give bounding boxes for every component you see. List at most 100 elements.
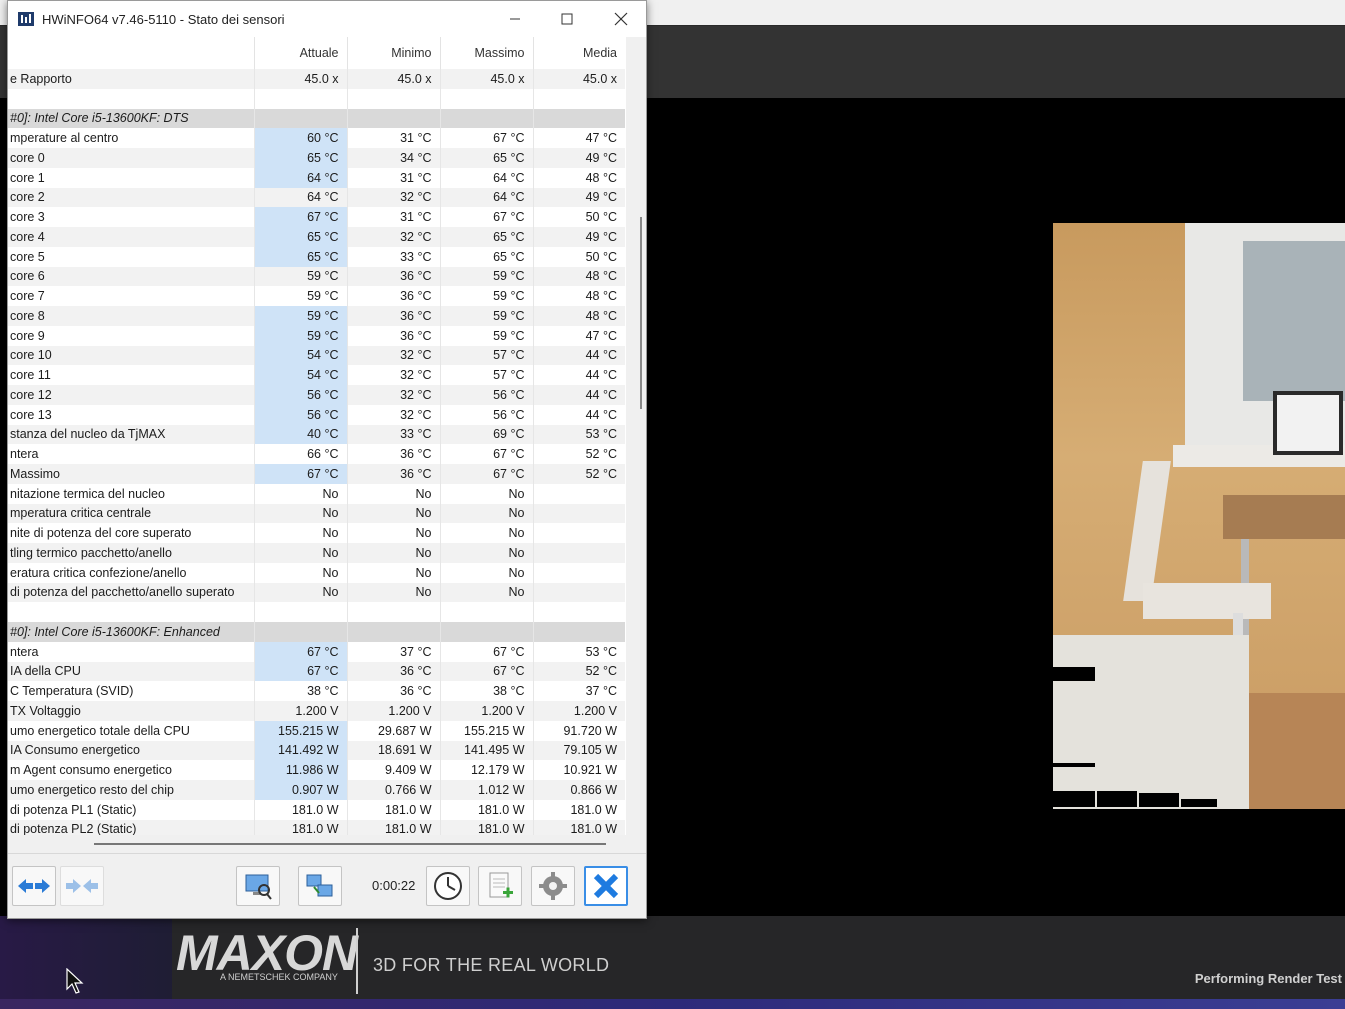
sensor-row[interactable]: mperatura critica centrale No No No [8, 503, 625, 524]
sensor-row[interactable]: core 0 65 °C 34 °C 65 °C 49 °C [8, 148, 625, 168]
sensor-row[interactable]: ntera 66 °C 36 °C 67 °C 52 °C [8, 444, 625, 464]
max-value: No [439, 543, 533, 563]
max-value: 38 °C [439, 681, 533, 701]
current-value: 1.200 V [253, 701, 347, 721]
sensor-label: core 8 [8, 306, 254, 326]
horizontal-scroll-thumb[interactable] [94, 843, 606, 845]
sensor-row[interactable]: core 1 64 °C 31 °C 64 °C 48 °C [8, 167, 625, 188]
min-value: 36 °C [346, 681, 440, 701]
sensor-label: e Rapporto [8, 69, 254, 89]
max-value: 155.215 W [439, 720, 533, 741]
sensor-row[interactable]: core 13 56 °C 32 °C 56 °C 44 °C [8, 404, 625, 425]
sensor-row[interactable]: Massimo 67 °C 36 °C 67 °C 52 °C [8, 464, 625, 484]
sensor-group-header[interactable]: #0]: Intel Core i5-13600KF: Enhanced [8, 622, 625, 642]
sensor-row[interactable]: di potenza PL2 (Static) 181.0 W 181.0 W 181… [8, 819, 625, 835]
max-value: 67 °C [439, 464, 533, 484]
empty-cell [8, 602, 254, 622]
min-value: 0.766 W [346, 780, 440, 800]
network-button[interactable] [298, 866, 342, 906]
sensor-group-header[interactable]: #0]: Intel Core i5-13600KF: DTS [8, 108, 625, 129]
close-icon [614, 12, 628, 26]
sensor-row[interactable]: core 9 59 °C 36 °C 59 °C 47 °C [8, 325, 625, 346]
sensor-row[interactable]: TX Voltaggio 1.200 V 1.200 V 1.200 V 1.200 V [8, 701, 625, 721]
sensor-row[interactable]: nite di potenza del core superato No No No [8, 523, 625, 543]
sensor-label: di potenza PL2 (Static) [8, 819, 254, 835]
max-value: 1.012 W [439, 780, 533, 800]
close-sensors-button[interactable] [584, 866, 628, 906]
sensor-row[interactable]: tling termico pacchetto/anello No No No [8, 543, 625, 563]
sensor-row[interactable]: umo energetico resto del chip 0.907 W 0.76… [8, 780, 625, 800]
sensor-label: core 10 [8, 345, 254, 366]
sensor-row[interactable]: core 6 59 °C 36 °C 59 °C 48 °C [8, 266, 625, 287]
min-value: 32 °C [346, 404, 440, 425]
vertical-scroll-thumb[interactable] [640, 217, 642, 409]
sensor-group-label: #0]: Intel Core i5-13600KF: Enhanced [8, 622, 254, 642]
sensor-row[interactable]: eratura critica confezione/anello No No No [8, 562, 625, 583]
avg-value: 0.866 W [532, 780, 625, 800]
reset-clock-button[interactable] [426, 866, 470, 906]
sensor-row[interactable]: core 7 59 °C 36 °C 59 °C 48 °C [8, 286, 625, 306]
maximize-button[interactable] [542, 1, 592, 37]
window-title: HWiNFO64 v7.46-5110 - Stato dei sensori [42, 12, 285, 27]
minimize-button[interactable] [490, 1, 540, 37]
column-header-max[interactable]: Massimo [439, 37, 533, 69]
vertical-scrollbar[interactable] [634, 37, 646, 835]
sensor-row[interactable]: core 12 56 °C 32 °C 56 °C 44 °C [8, 385, 625, 405]
report-button[interactable] [478, 866, 522, 906]
title-bar[interactable]: HWiNFO64 v7.46-5110 - Stato dei sensori [8, 1, 646, 37]
avg-value: 79.105 W [532, 740, 625, 761]
max-value: 67 °C [439, 207, 533, 227]
sensor-label: mperature al centro [10, 131, 119, 146]
sensor-row[interactable]: core 5 65 °C 33 °C 65 °C 50 °C [8, 246, 625, 267]
avg-value: 37 °C [532, 681, 625, 701]
sensor-row[interactable]: nitazione termica del nucleo No No No [8, 483, 625, 504]
collapse-arrows-button[interactable] [60, 866, 104, 906]
table-header: Attuale Minimo Massimo Media [8, 37, 625, 69]
settings-button[interactable] [531, 866, 575, 906]
sensor-row[interactable]: di potenza PL1 (Static) 181.0 W 181.0 W 181… [8, 799, 625, 820]
sensor-row[interactable]: umo energetico totale della CPU 155.215 W… [8, 720, 625, 741]
max-value: No [439, 483, 533, 504]
collapse-arrow-icon [66, 879, 98, 893]
sensor-table[interactable]: Attuale Minimo Massimo Media e Rapporto 4… [8, 37, 626, 835]
min-value: No [346, 543, 440, 563]
sensor-row[interactable]: m Agent consumo energetico 11.986 W 9.409 … [8, 760, 625, 780]
sensor-row[interactable]: core 3 67 °C 31 °C 67 °C 50 °C [8, 207, 625, 227]
sensor-row[interactable]: C Temperatura (SVID) 38 °C 36 °C 38 °C 37 °C [8, 681, 625, 701]
sensor-row[interactable]: stanza del nucleo da TjMAX 40 °C 33 °C 69 °… [8, 424, 625, 445]
sensor-row[interactable]: core 2 64 °C 32 °C 64 °C 49 °C [8, 187, 625, 208]
min-value: 31 °C [346, 167, 440, 188]
max-value: 59 °C [439, 266, 533, 287]
sensor-row[interactable]: IA della CPU 67 °C 36 °C 67 °C 52 °C [8, 661, 625, 682]
sensor-label: core 9 [10, 328, 45, 343]
sensor-label: ntera [10, 644, 39, 659]
current-value: 67 °C [253, 641, 347, 662]
maximize-icon [561, 13, 573, 25]
max-value: 181.0 W [439, 819, 533, 835]
sensor-label: core 11 [10, 368, 51, 383]
sensor-row[interactable]: di potenza del pacchetto/anello superato… [8, 582, 625, 603]
sensor-label: ntera [10, 447, 39, 462]
sensor-label: IA della CPU [8, 661, 254, 682]
sensor-row[interactable]: core 4 65 °C 32 °C 65 °C 49 °C [8, 227, 625, 247]
sensor-row[interactable]: core 10 54 °C 32 °C 57 °C 44 °C [8, 345, 625, 366]
empty-cell [532, 88, 625, 109]
close-window-button[interactable] [596, 1, 646, 37]
column-header-min[interactable]: Minimo [346, 37, 440, 69]
sensor-row[interactable]: mperature al centro 60 °C 31 °C 67 °C 47 °C [8, 128, 625, 148]
sensor-row[interactable]: ntera 67 °C 37 °C 67 °C 53 °C [8, 641, 625, 662]
sensor-row[interactable]: core 11 54 °C 32 °C 57 °C 44 °C [8, 365, 625, 385]
sensor-row[interactable]: IA Consumo energetico 141.492 W 18.691 W 14… [8, 740, 625, 761]
sensor-row[interactable]: core 8 59 °C 36 °C 59 °C 48 °C [8, 306, 625, 326]
current-value: 64 °C [253, 187, 347, 208]
column-header-current[interactable]: Attuale [253, 37, 347, 69]
sensor-log-button[interactable] [236, 866, 280, 906]
current-value: No [253, 483, 347, 504]
min-value: 31 °C [346, 128, 440, 148]
expand-arrows-button[interactable] [12, 866, 56, 906]
sensor-row[interactable]: e Rapporto 45.0 x 45.0 x 45.0 x 45.0 x [8, 69, 625, 89]
horizontal-scrollbar[interactable] [8, 835, 646, 853]
avg-value: 47 °C [532, 128, 625, 148]
column-header-sensor[interactable] [8, 37, 254, 69]
column-header-avg[interactable]: Media [532, 37, 625, 69]
